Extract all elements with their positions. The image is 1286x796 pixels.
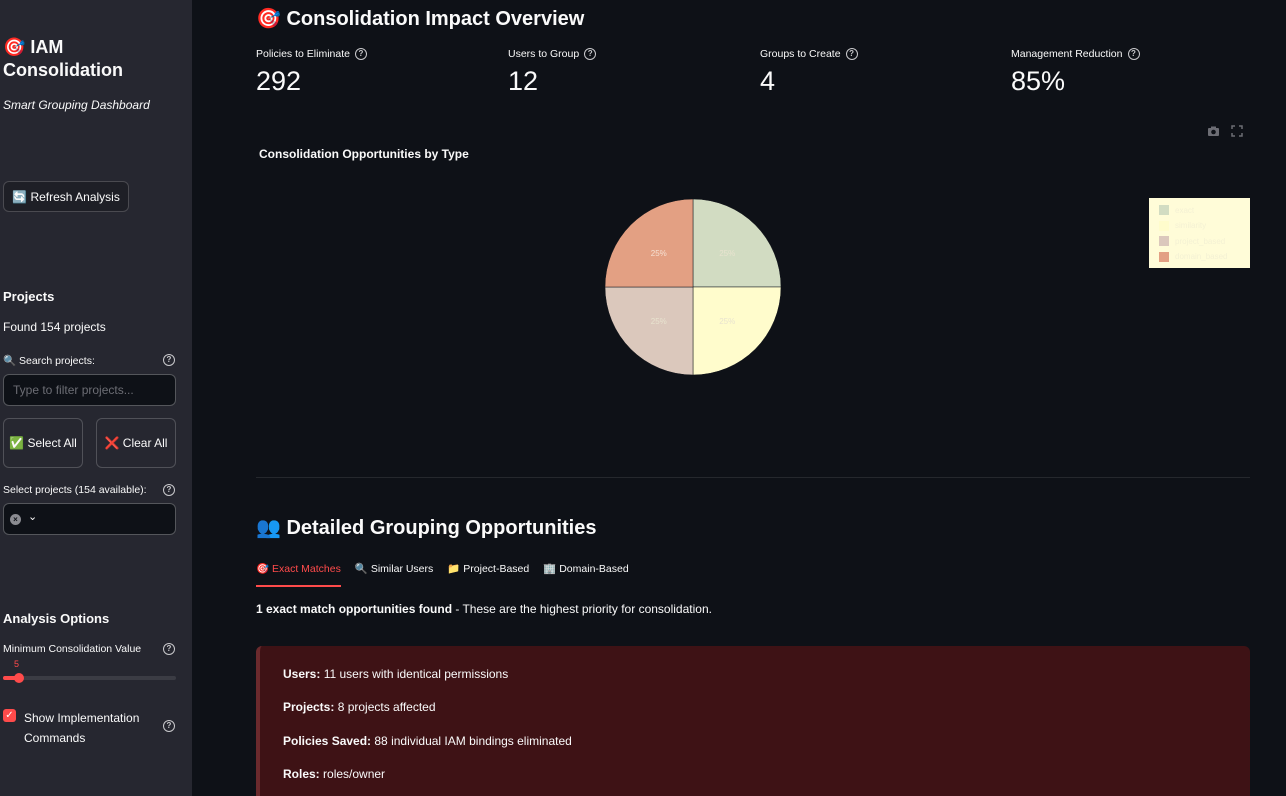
show-commands-checkbox[interactable]: ✓ [3, 709, 16, 722]
tab-bar: 🎯 Exact Matches 🔍 Similar Users 📁 Projec… [256, 560, 629, 587]
tab-similar-users[interactable]: 🔍 Similar Users [355, 560, 433, 587]
opportunities-summary: 1 exact match opportunities found - Thes… [256, 602, 712, 616]
summary-count: 1 exact match opportunities found [256, 602, 453, 616]
legend-label: domain_based [1175, 252, 1228, 261]
chart-legend: exact similarity project_based domain_based [1149, 198, 1250, 268]
card-roles-label: Roles: [283, 767, 320, 781]
legend-swatch [1159, 236, 1169, 246]
card-users-label: Users: [283, 667, 321, 681]
pie-slice-similarity[interactable] [692, 286, 782, 376]
summary-text: - These are the highest priority for con… [452, 602, 712, 616]
analysis-options-heading: Analysis Options [3, 611, 110, 626]
card-projects-value: 8 projects affected [334, 700, 436, 714]
metric-value: 12 [508, 66, 539, 96]
metric-value: 4 [760, 66, 776, 96]
pie-slice-label: 25% [719, 249, 735, 258]
pie-slice-label: 25% [719, 317, 735, 326]
pie-chart[interactable]: 25% 25% 25% 25% [604, 198, 784, 378]
card-roles-line: Roles: roles/owner [283, 767, 385, 781]
chevron-down-icon[interactable]: ⌄ [28, 510, 37, 523]
show-commands-label: Show Implementation Commands [24, 711, 140, 745]
legend-label: project_based [1175, 236, 1226, 246]
help-icon[interactable]: ? [584, 48, 597, 60]
tab-domain-based[interactable]: 🏢 Domain-Based [543, 560, 628, 587]
details-heading: 👥 Detailed Grouping Opportunities [256, 517, 597, 539]
sidebar-subtitle: Smart Grouping Dashboard [3, 98, 150, 112]
metric-label: Groups to Create? [760, 48, 858, 60]
metric-label: Management Reduction? [1011, 48, 1140, 60]
search-projects-label: 🔍 Search projects: [3, 355, 95, 367]
help-icon[interactable]: ? [163, 643, 175, 655]
tab-project-based[interactable]: 📁 Project-Based [447, 560, 529, 587]
min-consolidation-slider[interactable] [3, 673, 176, 683]
legend-item[interactable]: similarity [1159, 220, 1207, 231]
help-icon[interactable]: ? [845, 48, 858, 60]
legend-item[interactable]: domain_based [1159, 251, 1228, 262]
card-users-line: Users: 11 users with identical permissio… [283, 667, 508, 681]
slider-thumb[interactable] [14, 673, 24, 683]
projects-heading: Projects [3, 289, 55, 304]
clear-icon[interactable]: × [10, 514, 21, 525]
metric-label-text: Groups to Create [760, 48, 841, 60]
card-users-value: 11 users with identical permissions [320, 667, 509, 681]
metric-value: 85% [1011, 66, 1066, 96]
sidebar: 🎯 IAM Consolidation Smart Grouping Dashb… [0, 0, 192, 796]
card-policies-label: Policies Saved: [283, 734, 372, 748]
pie-slice-label: 25% [651, 317, 667, 326]
legend-label: exact [1175, 205, 1195, 215]
card-roles-value: roles/owner [319, 767, 386, 781]
card-projects-label: Projects: [283, 700, 335, 714]
pie-slice-label: 25% [651, 249, 667, 258]
pie-slice-domain_based[interactable] [604, 198, 694, 288]
camera-icon[interactable] [1207, 125, 1220, 138]
card-policies-value: 88 individual IAM bindings eliminated [371, 734, 572, 748]
metric-label: Users to Group? [508, 48, 597, 60]
metric-value: 292 [256, 66, 302, 96]
help-icon[interactable]: ? [354, 48, 367, 60]
legend-swatch [1159, 251, 1169, 262]
refresh-analysis-button[interactable]: 🔄 Refresh Analysis [3, 181, 129, 212]
metric-label-text: Policies to Eliminate [256, 48, 350, 60]
select-projects-label: Select projects (154 available): [3, 484, 147, 496]
help-icon[interactable]: ? [163, 484, 175, 496]
chart-title: Consolidation Opportunities by Type [259, 147, 469, 161]
help-icon[interactable]: ? [1127, 48, 1140, 60]
divider [256, 477, 1250, 478]
help-icon[interactable]: ? [163, 354, 175, 366]
project-multiselect[interactable]: × ⌄ [3, 503, 176, 535]
legend-item[interactable]: project_based [1159, 236, 1225, 246]
metric-label: Policies to Eliminate? [256, 48, 367, 60]
found-projects-text: Found 154 projects [3, 320, 106, 334]
metric-label-text: Users to Group [508, 48, 580, 60]
card-policies-line: Policies Saved: 88 individual IAM bindin… [283, 734, 572, 748]
clear-all-button[interactable]: ❌ Clear All [96, 418, 176, 468]
select-all-button[interactable]: ✅ Select All [3, 418, 83, 468]
legend-item[interactable]: exact [1159, 205, 1194, 215]
legend-label: similarity [1175, 221, 1207, 230]
opportunity-card: Users: 11 users with identical permissio… [256, 646, 1250, 796]
help-icon[interactable]: ? [163, 720, 175, 732]
min-consolidation-label: Minimum Consolidation Value [3, 643, 142, 655]
overview-heading: 🎯 Consolidation Impact Overview [256, 8, 585, 30]
legend-swatch [1159, 220, 1169, 231]
fullscreen-icon[interactable] [1231, 125, 1243, 137]
pie-slice-exact[interactable] [692, 198, 782, 288]
sidebar-title: 🎯 IAM Consolidation [3, 37, 123, 80]
tab-exact-matches[interactable]: 🎯 Exact Matches [256, 560, 341, 587]
search-projects-input[interactable] [3, 374, 176, 406]
pie-slice-project_based[interactable] [604, 286, 694, 376]
card-projects-line: Projects: 8 projects affected [283, 700, 436, 714]
slider-value: 5 [14, 659, 20, 669]
legend-swatch [1159, 205, 1169, 215]
metric-label-text: Management Reduction [1011, 48, 1123, 60]
